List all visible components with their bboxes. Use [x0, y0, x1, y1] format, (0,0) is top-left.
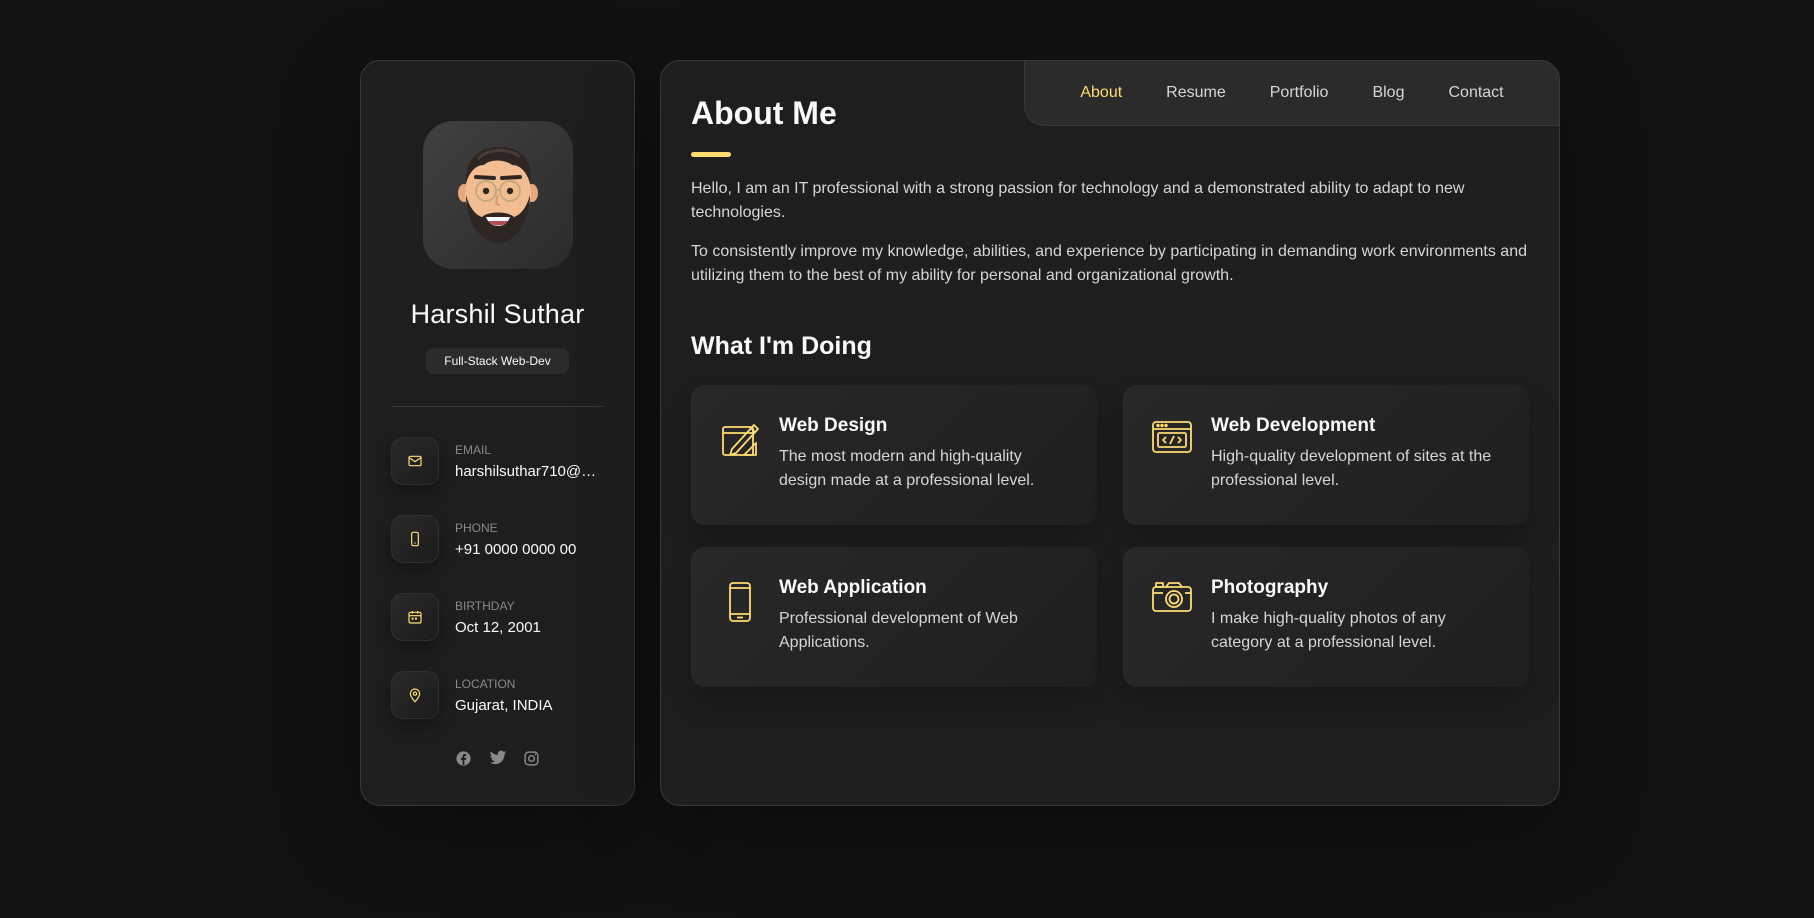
- about-paragraph-1: Hello, I am an IT professional with a st…: [691, 180, 1465, 221]
- mobile-icon: [719, 577, 761, 657]
- contact-email: EMAIL harshilsuthar710@gmail.com: [391, 437, 604, 485]
- calendar-icon: [391, 593, 439, 641]
- sidebar-separator: [391, 406, 604, 407]
- twitter-icon[interactable]: [489, 749, 507, 767]
- profile-name: Harshil Suthar: [410, 299, 585, 329]
- social-list: [455, 749, 541, 767]
- about-text: Hello, I am an IT professional with a st…: [691, 177, 1531, 288]
- service-text-web-application: Professional development of Web Applicat…: [779, 610, 1018, 651]
- contact-phone-label: PHONE: [455, 520, 498, 535]
- sidebar: Harshil Suthar Full-Stack Web-Dev EMAIL …: [360, 60, 635, 806]
- contact-email-link[interactable]: harshilsuthar710@gmail.com: [455, 463, 597, 480]
- contact-birthday-value: Oct 12, 2001: [455, 618, 541, 636]
- contact-phone-link[interactable]: +91 0000 0000 00: [455, 541, 576, 558]
- profile-title-badge: Full-Stack Web-Dev: [426, 348, 569, 374]
- contact-birthday-label: BIRTHDAY: [455, 598, 515, 613]
- camera-icon: [1151, 577, 1193, 657]
- phone-icon: [391, 515, 439, 563]
- contact-location-value: Gujarat, INDIA: [455, 696, 553, 714]
- about-paragraph-2: To consistently improve my knowledge, ab…: [691, 243, 1527, 284]
- memoji-avatar-icon: [457, 147, 538, 243]
- page: Harshil Suthar Full-Stack Web-Dev EMAIL …: [0, 0, 1814, 918]
- facebook-icon[interactable]: [455, 749, 473, 767]
- contact-phone: PHONE +91 0000 0000 00: [391, 515, 604, 563]
- avatar: [422, 121, 573, 269]
- service-text-web-design: The most modern and high-quality design …: [779, 448, 1035, 489]
- title-underline: [691, 152, 731, 157]
- service-item: Web Development High-quality development…: [1123, 385, 1529, 525]
- contact-email-label: EMAIL: [455, 442, 492, 457]
- about-article: About Me Hello, I am an IT professional …: [691, 95, 1531, 687]
- main-content: About Resume Portfolio Blog Contact Abou…: [660, 60, 1560, 806]
- service-item: Web Design The most modern and high-qual…: [691, 385, 1097, 525]
- contact-location-label: LOCATION: [455, 676, 516, 691]
- service-item: Photography I make high-quality photos o…: [1123, 547, 1529, 687]
- service-title-web-design: Web Design: [779, 415, 888, 436]
- page-title: About Me: [691, 95, 837, 131]
- contacts-list: EMAIL harshilsuthar710@gmail.com PHONE +…: [391, 437, 604, 719]
- design-icon: [719, 415, 761, 495]
- services-list: Web Design The most modern and high-qual…: [691, 385, 1531, 687]
- service-text-photography: I make high-quality photos of any catego…: [1211, 610, 1446, 651]
- services-title: What I'm Doing: [691, 332, 872, 360]
- contact-birthday: BIRTHDAY Oct 12, 2001: [391, 593, 604, 641]
- location-icon: [391, 671, 439, 719]
- instagram-icon[interactable]: [523, 749, 541, 767]
- code-icon: [1151, 415, 1193, 495]
- service-item: Web Application Professional development…: [691, 547, 1097, 687]
- service-title-photography: Photography: [1211, 577, 1329, 598]
- service-title-web-application: Web Application: [779, 577, 927, 598]
- service-text-web-development: High-quality development of sites at the…: [1211, 448, 1492, 489]
- service-title-web-development: Web Development: [1211, 415, 1376, 436]
- contact-location: LOCATION Gujarat, INDIA: [391, 671, 604, 719]
- mail-icon: [391, 437, 439, 485]
